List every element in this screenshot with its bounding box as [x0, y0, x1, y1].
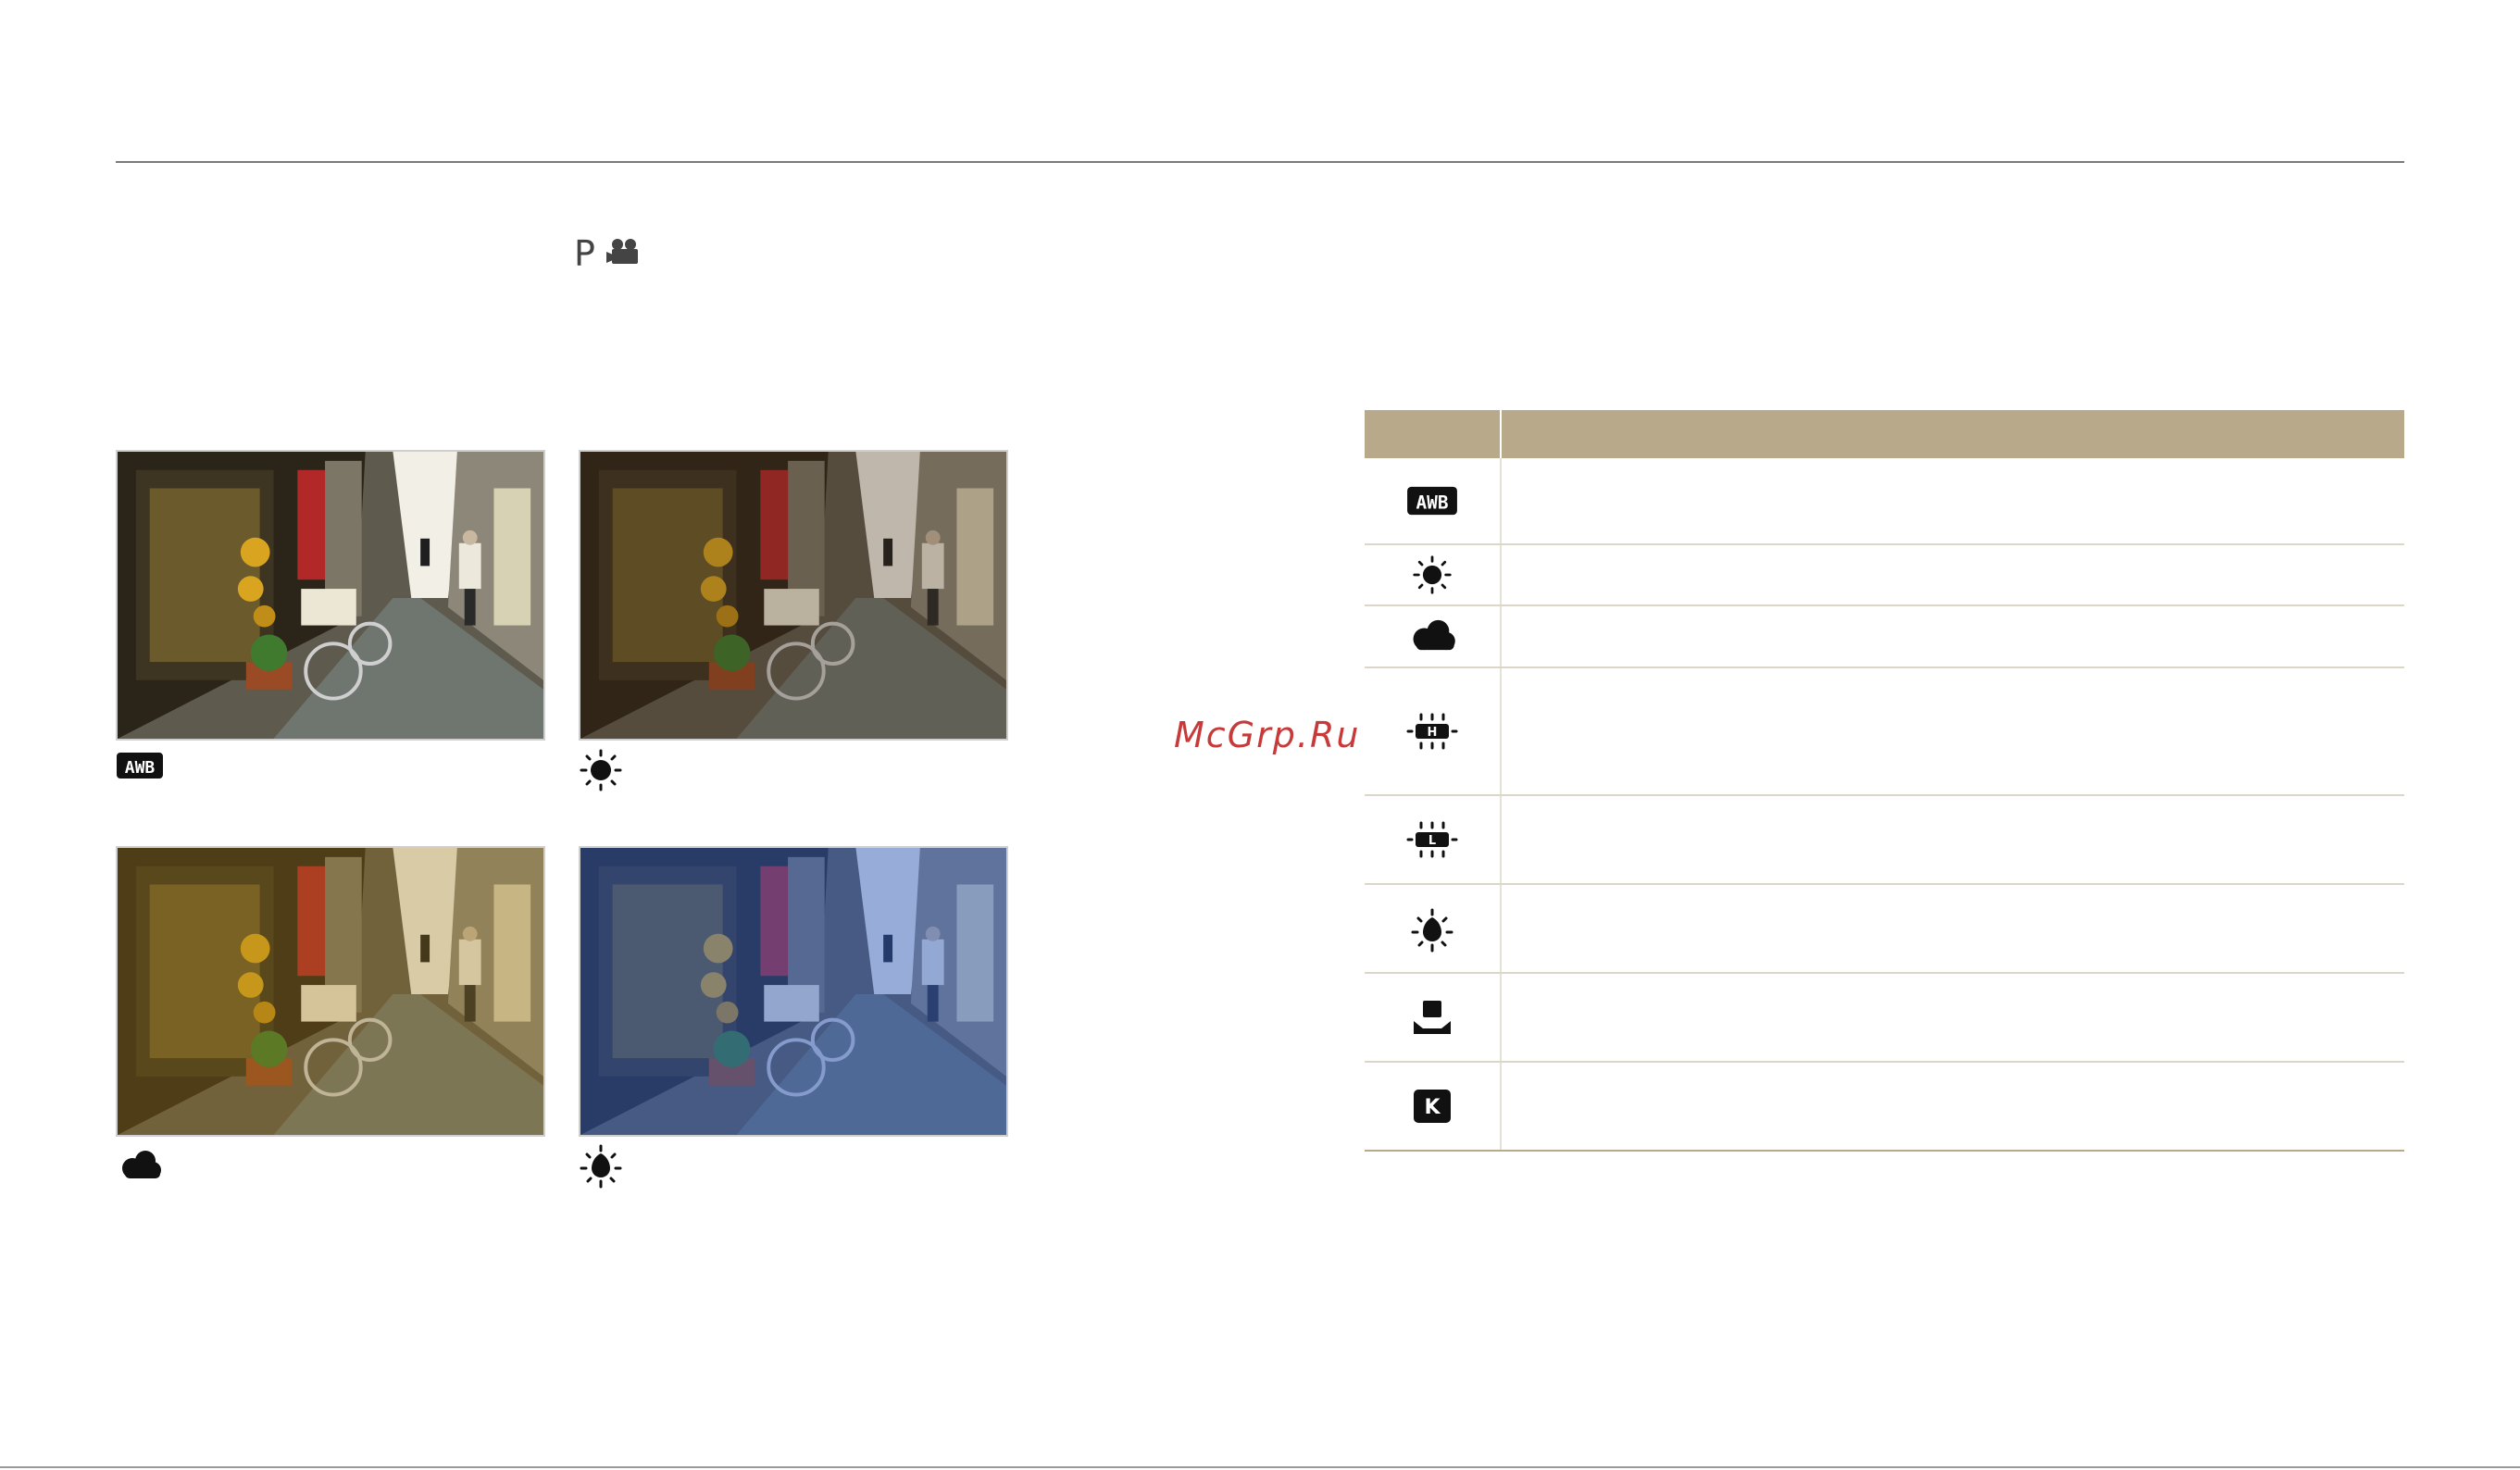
table-row [1365, 545, 2404, 606]
svg-text:H: H [1428, 726, 1438, 740]
white-balance-table: AWB H L K [1365, 410, 2404, 1152]
photo-tint [580, 848, 1006, 1135]
table-row: L [1365, 796, 2404, 885]
table-row-description [1502, 458, 2404, 543]
daylight-sun-icon [1406, 554, 1458, 595]
svg-text:L: L [1428, 834, 1436, 848]
street-scene-image [118, 452, 543, 739]
table-row [1365, 974, 2404, 1063]
fluorescent-h-icon: H [1406, 711, 1458, 752]
table-row-description [1502, 545, 2404, 604]
photo-daylight [579, 450, 1008, 741]
custom-set-icon [1406, 997, 1458, 1038]
cloudy-icon [1406, 617, 1458, 657]
awb-icon: AWB [116, 750, 164, 787]
svg-text:AWB: AWB [1416, 492, 1449, 514]
table-row-description [1502, 796, 2404, 883]
tungsten-bulb-icon [1406, 908, 1458, 953]
table-row [1365, 606, 2404, 668]
photo-cloudy [116, 846, 545, 1137]
footer-rule [0, 1466, 2520, 1468]
fluorescent-l-icon: L [1406, 819, 1458, 860]
table-header-icon-col [1365, 410, 1502, 458]
table-row-description [1502, 1063, 2404, 1150]
table-row: K [1365, 1063, 2404, 1152]
photo-awb [116, 450, 545, 741]
table-header [1365, 410, 2404, 458]
photo-tungsten [579, 846, 1008, 1137]
table-row-description [1502, 974, 2404, 1061]
table-row-description [1502, 885, 2404, 972]
table-row: AWB [1365, 458, 2404, 545]
movie-camera-icon [605, 237, 642, 270]
tungsten-bulb-icon [579, 1144, 627, 1189]
table-row-description [1502, 606, 2404, 666]
photo-tint [580, 452, 1006, 739]
svg-text:K: K [1424, 1096, 1441, 1119]
daylight-sun-icon [579, 748, 627, 791]
table-header-desc-col [1502, 410, 2404, 458]
svg-text:AWB: AWB [125, 758, 156, 778]
table-row-description [1502, 668, 2404, 794]
awb-icon: AWB [1406, 480, 1458, 521]
table-row [1365, 885, 2404, 974]
photo-tint [118, 848, 543, 1135]
program-mode-label: P [574, 233, 595, 274]
mode-indicator: P [574, 233, 642, 274]
header-rule [116, 161, 2404, 163]
color-temperature-k-icon: K [1406, 1086, 1458, 1127]
watermark: McGrp.Ru [1174, 715, 1361, 755]
table-row: H [1365, 668, 2404, 796]
cloudy-icon [116, 1148, 164, 1185]
